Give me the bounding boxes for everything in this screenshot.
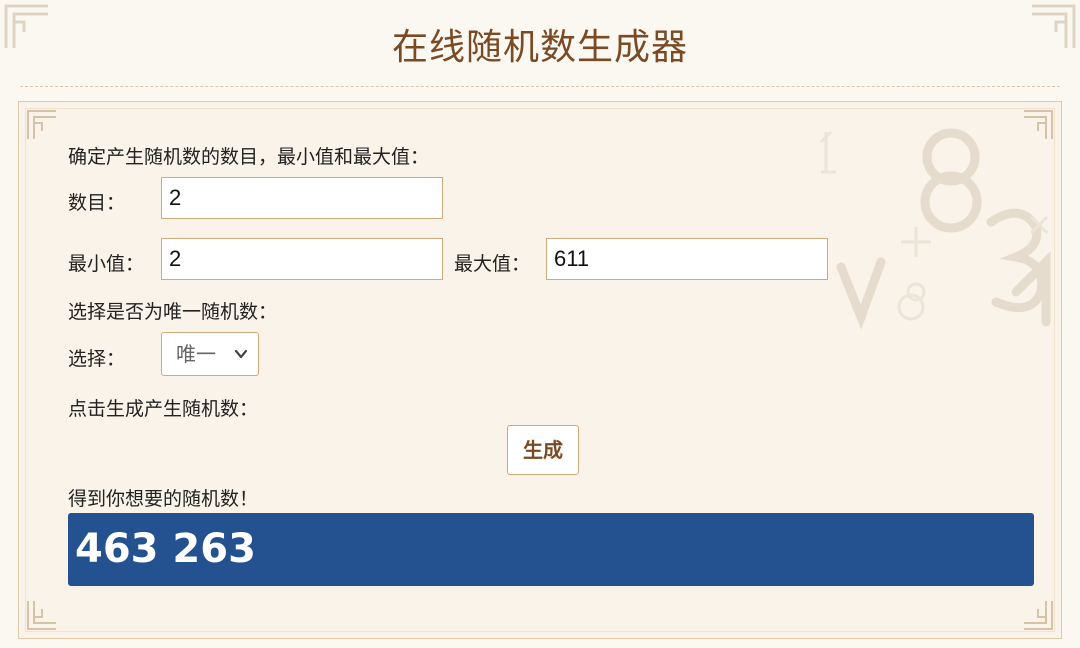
- min-input[interactable]: 2: [161, 238, 443, 280]
- count-label: 数目：: [68, 192, 126, 214]
- numbers-decoration-icon: [819, 128, 1051, 330]
- generate-button[interactable]: 生成: [507, 425, 579, 475]
- result-output: 463 263: [68, 513, 1034, 586]
- page-title: 在线随机数生成器: [391, 27, 688, 68]
- min-label: 最小值：: [68, 253, 145, 275]
- click-prompt: 点击生成产生随机数：: [68, 398, 259, 420]
- count-input[interactable]: 2: [161, 177, 443, 219]
- generator-panel: 确定产生随机数的数目，最小值和最大值： 数目： 2 最小值： 2 最大值： 61…: [18, 101, 1062, 639]
- select-label: 选择：: [68, 348, 126, 370]
- title-divider: [20, 86, 1060, 87]
- chevron-down-icon: [234, 349, 248, 359]
- intro-text: 确定产生随机数的数目，最小值和最大值：: [68, 146, 430, 168]
- corner-ornament-icon: [27, 110, 56, 139]
- corner-ornament-icon: [27, 601, 56, 630]
- unique-select[interactable]: 唯一: [161, 332, 259, 376]
- unique-select-value: 唯一: [176, 342, 216, 366]
- max-input[interactable]: 611: [546, 238, 828, 280]
- result-label: 得到你想要的随机数！: [68, 488, 259, 510]
- unique-prompt: 选择是否为唯一随机数：: [68, 301, 278, 323]
- corner-ornament-icon: [1024, 601, 1053, 630]
- max-label: 最大值：: [454, 253, 531, 275]
